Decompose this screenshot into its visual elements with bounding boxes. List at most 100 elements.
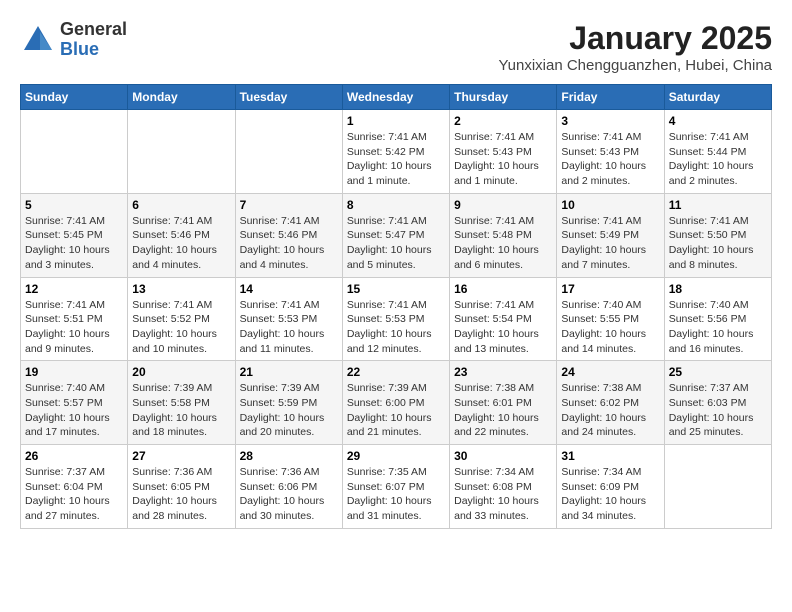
day-number: 19 [25, 365, 123, 379]
day-info: Sunrise: 7:41 AM Sunset: 5:43 PM Dayligh… [561, 130, 659, 189]
calendar-cell: 5Sunrise: 7:41 AM Sunset: 5:45 PM Daylig… [21, 193, 128, 277]
calendar-cell: 23 Sunrise: 7:38 AM Sunset: 6:01 PM Dayli… [450, 361, 557, 445]
day-number: 13 [132, 282, 230, 296]
weekday-header: Friday [557, 85, 664, 110]
day-info: Sunrise: 7:37 AM Sunset: 6:03 PM Dayligh… [669, 381, 767, 440]
calendar-cell: 2 Sunrise: 7:41 AM Sunset: 5:43 PM Daylig… [450, 110, 557, 194]
day-info: Sunrise: 7:41 AM Sunset: 5:50 PM Dayligh… [669, 214, 767, 273]
day-number: 18 [669, 282, 767, 296]
calendar-cell: 11Sunrise: 7:41 AM Sunset: 5:50 PM Dayli… [664, 193, 771, 277]
calendar-cell: 24Sunrise: 7:38 AM Sunset: 6:02 PM Dayli… [557, 361, 664, 445]
day-info: Sunrise: 7:37 AM Sunset: 6:04 PM Dayligh… [25, 465, 123, 524]
calendar-week-row: 12 Sunrise: 7:41 AM Sunset: 5:51 PM Dayli… [21, 277, 772, 361]
day-info: Sunrise: 7:39 AM Sunset: 5:58 PM Dayligh… [132, 381, 230, 440]
day-info: Sunrise: 7:41 AM Sunset: 5:52 PM Dayligh… [132, 298, 230, 357]
day-number: 17 [561, 282, 659, 296]
weekday-header: Saturday [664, 85, 771, 110]
calendar-cell: 18 Sunrise: 7:40 AM Sunset: 5:56 PM Dayli… [664, 277, 771, 361]
day-number: 21 [240, 365, 338, 379]
day-number: 6 [132, 198, 230, 212]
day-number: 8 [347, 198, 445, 212]
calendar-cell: 21 Sunrise: 7:39 AM Sunset: 5:59 PM Dayli… [235, 361, 342, 445]
day-number: 28 [240, 449, 338, 463]
day-number: 22 [347, 365, 445, 379]
calendar-cell: 29 Sunrise: 7:35 AM Sunset: 6:07 PM Dayli… [342, 445, 449, 529]
calendar-cell: 26 Sunrise: 7:37 AM Sunset: 6:04 PM Dayli… [21, 445, 128, 529]
logo-blue-text: Blue [60, 40, 127, 60]
day-number: 10 [561, 198, 659, 212]
calendar-cell: 12 Sunrise: 7:41 AM Sunset: 5:51 PM Dayli… [21, 277, 128, 361]
day-number: 31 [561, 449, 659, 463]
calendar-cell: 22 Sunrise: 7:39 AM Sunset: 6:00 PM Dayli… [342, 361, 449, 445]
calendar-cell: 15Sunrise: 7:41 AM Sunset: 5:53 PM Dayli… [342, 277, 449, 361]
day-info: Sunrise: 7:38 AM Sunset: 6:02 PM Dayligh… [561, 381, 659, 440]
day-number: 16 [454, 282, 552, 296]
day-number: 9 [454, 198, 552, 212]
weekday-header-row: SundayMondayTuesdayWednesdayThursdayFrid… [21, 85, 772, 110]
day-number: 23 [454, 365, 552, 379]
day-number: 3 [561, 114, 659, 128]
day-info: Sunrise: 7:41 AM Sunset: 5:46 PM Dayligh… [240, 214, 338, 273]
day-info: Sunrise: 7:41 AM Sunset: 5:45 PM Dayligh… [25, 214, 123, 273]
day-info: Sunrise: 7:41 AM Sunset: 5:46 PM Dayligh… [132, 214, 230, 273]
calendar-week-row: 26 Sunrise: 7:37 AM Sunset: 6:04 PM Dayli… [21, 445, 772, 529]
day-info: Sunrise: 7:41 AM Sunset: 5:54 PM Dayligh… [454, 298, 552, 357]
day-number: 29 [347, 449, 445, 463]
calendar-cell [128, 110, 235, 194]
calendar-cell: 6 Sunrise: 7:41 AM Sunset: 5:46 PM Daylig… [128, 193, 235, 277]
calendar-subtitle: Yunxixian Chengguanzhen, Hubei, China [498, 57, 772, 74]
day-info: Sunrise: 7:41 AM Sunset: 5:42 PM Dayligh… [347, 130, 445, 189]
day-info: Sunrise: 7:36 AM Sunset: 6:06 PM Dayligh… [240, 465, 338, 524]
day-number: 27 [132, 449, 230, 463]
logo-icon [20, 22, 56, 58]
calendar-week-row: 19 Sunrise: 7:40 AM Sunset: 5:57 PM Dayli… [21, 361, 772, 445]
day-number: 30 [454, 449, 552, 463]
weekday-header: Thursday [450, 85, 557, 110]
calendar-cell: 28 Sunrise: 7:36 AM Sunset: 6:06 PM Dayli… [235, 445, 342, 529]
day-info: Sunrise: 7:41 AM Sunset: 5:44 PM Dayligh… [669, 130, 767, 189]
day-info: Sunrise: 7:41 AM Sunset: 5:53 PM Dayligh… [240, 298, 338, 357]
day-info: Sunrise: 7:34 AM Sunset: 6:09 PM Dayligh… [561, 465, 659, 524]
weekday-header: Tuesday [235, 85, 342, 110]
day-info: Sunrise: 7:41 AM Sunset: 5:43 PM Dayligh… [454, 130, 552, 189]
day-number: 4 [669, 114, 767, 128]
calendar-cell: 8 Sunrise: 7:41 AM Sunset: 5:47 PM Daylig… [342, 193, 449, 277]
day-number: 25 [669, 365, 767, 379]
calendar-cell: 9Sunrise: 7:41 AM Sunset: 5:48 PM Daylig… [450, 193, 557, 277]
calendar-cell: 17 Sunrise: 7:40 AM Sunset: 5:55 PM Dayli… [557, 277, 664, 361]
logo-general-text: General [60, 20, 127, 40]
calendar-cell: 7 Sunrise: 7:41 AM Sunset: 5:46 PM Daylig… [235, 193, 342, 277]
day-info: Sunrise: 7:39 AM Sunset: 5:59 PM Dayligh… [240, 381, 338, 440]
logo: General Blue [20, 20, 127, 60]
day-info: Sunrise: 7:41 AM Sunset: 5:53 PM Dayligh… [347, 298, 445, 357]
day-info: Sunrise: 7:36 AM Sunset: 6:05 PM Dayligh… [132, 465, 230, 524]
calendar-title: January 2025 [498, 20, 772, 57]
day-info: Sunrise: 7:41 AM Sunset: 5:51 PM Dayligh… [25, 298, 123, 357]
page-header: General Blue January 2025 Yunxixian Chen… [20, 20, 772, 74]
day-info: Sunrise: 7:41 AM Sunset: 5:47 PM Dayligh… [347, 214, 445, 273]
day-number: 2 [454, 114, 552, 128]
day-info: Sunrise: 7:40 AM Sunset: 5:57 PM Dayligh… [25, 381, 123, 440]
weekday-header: Monday [128, 85, 235, 110]
day-info: Sunrise: 7:34 AM Sunset: 6:08 PM Dayligh… [454, 465, 552, 524]
calendar-table: SundayMondayTuesdayWednesdayThursdayFrid… [20, 84, 772, 529]
day-info: Sunrise: 7:39 AM Sunset: 6:00 PM Dayligh… [347, 381, 445, 440]
weekday-header: Wednesday [342, 85, 449, 110]
calendar-cell: 30 Sunrise: 7:34 AM Sunset: 6:08 PM Dayli… [450, 445, 557, 529]
day-number: 12 [25, 282, 123, 296]
calendar-cell [21, 110, 128, 194]
weekday-header: Sunday [21, 85, 128, 110]
calendar-cell: 27 Sunrise: 7:36 AM Sunset: 6:05 PM Dayli… [128, 445, 235, 529]
calendar-cell: 14Sunrise: 7:41 AM Sunset: 5:53 PM Dayli… [235, 277, 342, 361]
day-info: Sunrise: 7:40 AM Sunset: 5:56 PM Dayligh… [669, 298, 767, 357]
day-info: Sunrise: 7:40 AM Sunset: 5:55 PM Dayligh… [561, 298, 659, 357]
day-number: 26 [25, 449, 123, 463]
calendar-cell: 25 Sunrise: 7:37 AM Sunset: 6:03 PM Dayli… [664, 361, 771, 445]
day-number: 1 [347, 114, 445, 128]
logo-text: General Blue [60, 20, 127, 60]
day-info: Sunrise: 7:35 AM Sunset: 6:07 PM Dayligh… [347, 465, 445, 524]
calendar-week-row: 5Sunrise: 7:41 AM Sunset: 5:45 PM Daylig… [21, 193, 772, 277]
calendar-cell: 19 Sunrise: 7:40 AM Sunset: 5:57 PM Dayli… [21, 361, 128, 445]
day-number: 7 [240, 198, 338, 212]
day-info: Sunrise: 7:38 AM Sunset: 6:01 PM Dayligh… [454, 381, 552, 440]
